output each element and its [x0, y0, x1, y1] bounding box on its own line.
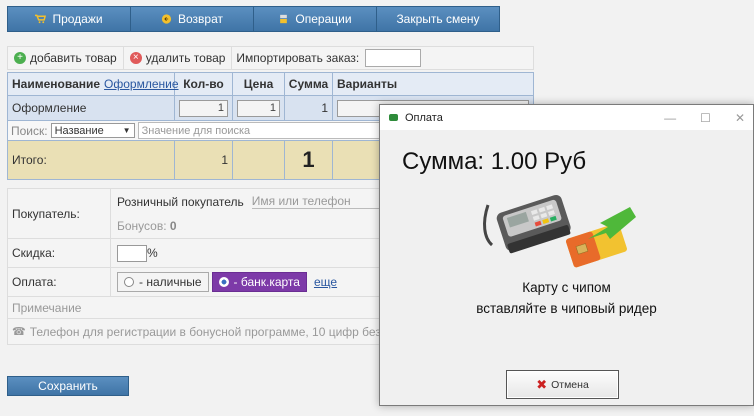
more-payment-link[interactable]: еще	[314, 275, 337, 289]
buyer-label: Покупатель:	[8, 189, 111, 238]
return-icon	[161, 14, 172, 24]
minimize-icon[interactable]: —	[664, 111, 676, 125]
qty-input[interactable]: 1	[179, 99, 228, 117]
col-name: Наименование Оформление	[8, 73, 179, 95]
tab-close-shift-label: Закрыть смену	[396, 12, 480, 26]
tab-return-label: Возврат	[178, 12, 223, 26]
search-label: Поиск:	[11, 123, 48, 138]
add-item-button[interactable]: + добавить товар	[8, 47, 124, 69]
buyer-name: Розничный покупатель	[117, 194, 244, 209]
col-name-label: Наименование	[12, 77, 101, 91]
radio-selected-icon	[218, 277, 229, 287]
tab-operations[interactable]: Операции	[254, 7, 377, 31]
card-label: - банк.карта	[233, 275, 300, 289]
card-terminal-icon	[483, 194, 636, 268]
tab-sales-label: Продажи	[52, 12, 103, 26]
payment-message: Карту с чипом вставляйте в чиповый ридер	[380, 277, 753, 319]
app-icon	[389, 114, 398, 121]
import-order-label: Импортировать заказ:	[236, 51, 360, 65]
bonus-label: Бонусов:	[117, 219, 167, 233]
operations-icon	[280, 14, 288, 24]
message-line-2: вставляйте в чиповый ридер	[476, 301, 657, 316]
payment-cash-option[interactable]: - наличные	[117, 272, 209, 292]
delete-item-button[interactable]: × удалить товар	[124, 47, 233, 69]
col-qty: Кол-во	[175, 73, 233, 95]
phone-input[interactable]: Телефон для регистрации в бонусной прогр…	[30, 325, 418, 339]
cart-icon	[35, 14, 47, 24]
search-field-value: Название	[54, 124, 104, 137]
cancel-button[interactable]: ✖ Отмена	[506, 370, 619, 399]
payment-dialog: Оплата — ☐ ✕ Сумма: 1.00 Руб Карту с чип…	[379, 104, 754, 406]
row-sum: 1	[285, 96, 333, 120]
tab-return[interactable]: Возврат	[131, 7, 254, 31]
tab-close-shift[interactable]: Закрыть смену	[377, 7, 499, 31]
dialog-titlebar: Оплата — ☐ ✕	[380, 105, 753, 130]
dialog-title: Оплата	[405, 111, 443, 124]
registration-link[interactable]: Оформление	[104, 77, 178, 91]
message-line-1: Карту с чипом	[522, 280, 611, 295]
plus-icon: +	[14, 52, 26, 64]
delete-item-label: удалить товар	[145, 51, 226, 65]
add-item-label: добавить товар	[30, 51, 117, 65]
close-icon: ×	[129, 52, 142, 64]
total-sum: 1	[285, 141, 333, 179]
discount-label: Скидка:	[8, 239, 111, 267]
main-nav: Продажи Возврат Операции Закрыть смену	[7, 6, 500, 32]
col-variants: Варианты	[337, 77, 398, 91]
close-icon[interactable]: ✕	[735, 111, 745, 125]
col-price: Цена	[233, 73, 285, 95]
price-input[interactable]: 1	[237, 99, 280, 117]
table-header: Наименование Оформление Кол-во Цена Сумм…	[8, 73, 533, 96]
tab-sales[interactable]: Продажи	[8, 7, 131, 31]
import-order-input[interactable]	[365, 49, 422, 67]
payment-card-option[interactable]: - банк.карта	[211, 272, 307, 292]
discount-input[interactable]	[117, 244, 147, 262]
payment-sum: Сумма: 1.00 Руб	[402, 148, 587, 175]
chevron-down-icon: ▼	[122, 126, 131, 135]
save-button[interactable]: Сохранить	[7, 376, 129, 396]
radio-icon	[124, 277, 134, 287]
cancel-label: Отмена	[551, 378, 589, 391]
row-name: Оформление	[8, 96, 175, 120]
cancel-x-icon: ✖	[536, 376, 548, 392]
search-field-select[interactable]: Название ▼	[50, 123, 135, 138]
bonus-value: 0	[169, 219, 177, 233]
tab-operations-label: Операции	[295, 12, 352, 26]
col-sum: Сумма	[285, 73, 333, 95]
total-qty: 1	[175, 141, 233, 179]
payment-label: Оплата:	[8, 268, 111, 296]
phone-icon: ☎	[12, 326, 26, 338]
total-label: Итого:	[8, 141, 175, 179]
cash-label: - наличные	[139, 275, 202, 289]
maximize-icon[interactable]: ☐	[700, 111, 711, 125]
discount-unit: %	[147, 246, 158, 260]
item-toolbar: + добавить товар × удалить товар Импорти…	[7, 46, 534, 70]
